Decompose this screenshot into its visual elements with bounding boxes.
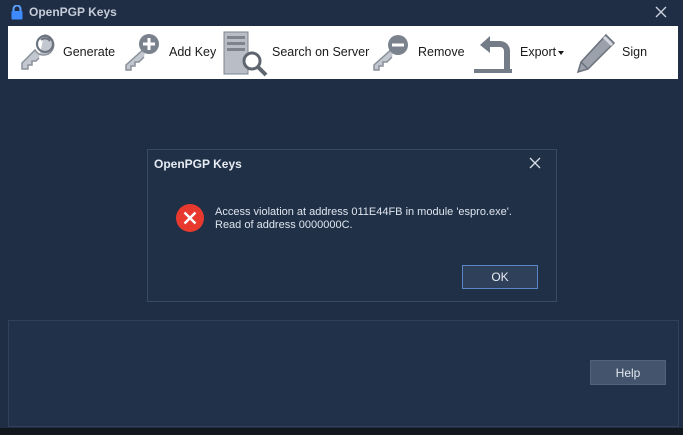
add-key-icon <box>125 34 159 71</box>
background-taskbar-strip <box>0 428 683 435</box>
ok-button[interactable]: OK <box>462 265 538 289</box>
window-close-icon[interactable] <box>652 3 670 21</box>
chevron-down-icon <box>558 51 564 55</box>
error-message-line-1: Access violation at address 011E44FB in … <box>215 206 512 218</box>
search-on-server-button[interactable]: Search on Server <box>222 26 369 79</box>
generate-label: Generate <box>63 45 116 59</box>
export-arrow-icon <box>474 36 512 73</box>
details-panel <box>8 320 679 427</box>
remove-key-icon <box>373 35 408 71</box>
title-bar: OpenPGP Keys <box>0 0 683 24</box>
help-button[interactable]: Help <box>590 360 666 385</box>
dialog-close-icon[interactable] <box>528 156 542 170</box>
window-title: OpenPGP Keys <box>29 5 117 19</box>
toolbar: Generate Add Key Search on Server Remove… <box>8 26 678 79</box>
sign-label: Sign <box>622 45 648 59</box>
error-message-line-2: Read of address 0000000C. <box>215 219 353 231</box>
export-label: Export <box>520 45 557 59</box>
search-server-icon <box>223 31 268 77</box>
pen-icon <box>576 33 616 74</box>
lock-icon <box>11 5 23 20</box>
remove-button[interactable]: Remove <box>370 26 465 79</box>
generate-button[interactable]: Generate <box>8 26 118 79</box>
sign-button[interactable]: Sign <box>574 26 664 79</box>
error-message: Access violation at address 011E44FB in … <box>215 206 512 232</box>
add-key-button[interactable]: Add Key <box>120 26 220 79</box>
openpgp-keys-window: OpenPGP Keys Generate Add Key Search on … <box>0 0 683 435</box>
generate-key-icon <box>21 34 55 70</box>
dialog-title: OpenPGP Keys <box>154 157 242 171</box>
add-key-label: Add Key <box>169 45 217 59</box>
export-button[interactable]: Export <box>472 26 567 79</box>
error-dialog: OpenPGP Keys Access violation at address… <box>147 149 557 302</box>
search-on-server-label: Search on Server <box>272 45 370 59</box>
error-icon <box>176 204 204 232</box>
help-label: Help <box>615 366 641 380</box>
remove-label: Remove <box>418 45 465 59</box>
